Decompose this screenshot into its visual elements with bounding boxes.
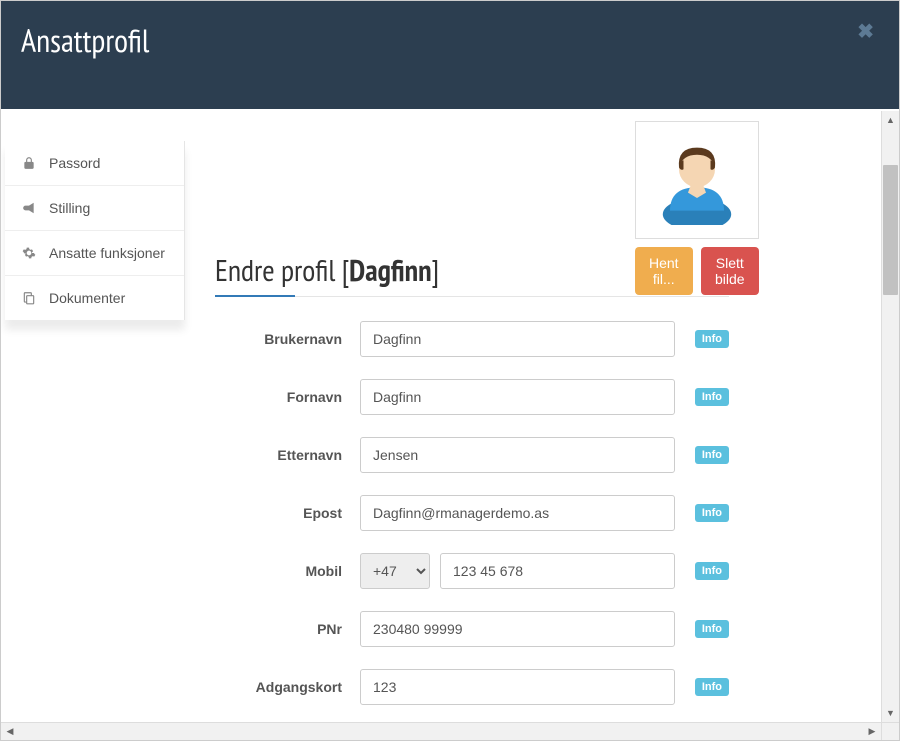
delete-image-button[interactable]: Slett bilde xyxy=(701,247,759,295)
row-email: Epost Info xyxy=(215,495,729,531)
main-content: Hent fil... Slett bilde Endre profil [Da… xyxy=(185,109,899,720)
page-title: Ansattprofil xyxy=(21,19,879,61)
mobile-code-select[interactable]: +47 xyxy=(360,553,430,589)
copy-icon xyxy=(17,291,41,305)
scroll-up-icon[interactable]: ▲ xyxy=(882,111,899,129)
label-pnr: PNr xyxy=(215,621,360,637)
profile-form: Brukernavn Info Fornavn Info Etterna xyxy=(215,321,729,705)
info-button[interactable]: Info xyxy=(695,620,729,638)
label-username: Brukernavn xyxy=(215,331,360,347)
vertical-scrollbar[interactable]: ▲ ▼ xyxy=(881,111,899,722)
pnr-field[interactable] xyxy=(360,611,675,647)
row-mobile: Mobil +47 Info xyxy=(215,553,729,589)
scroll-left-icon[interactable]: ◀ xyxy=(1,723,19,741)
lastname-field[interactable] xyxy=(360,437,675,473)
row-pnr: PNr Info xyxy=(215,611,729,647)
sidebar-item-dokumenter[interactable]: Dokumenter xyxy=(5,276,184,320)
divider xyxy=(215,296,729,297)
avatar-buttons: Hent fil... Slett bilde xyxy=(635,247,759,295)
sidebar-item-stilling[interactable]: Stilling xyxy=(5,186,184,231)
firstname-field[interactable] xyxy=(360,379,675,415)
gear-icon xyxy=(17,246,41,260)
title-prefix: Endre profil xyxy=(215,251,342,290)
modal-header: Ansattprofil ✖ xyxy=(1,1,899,109)
sidebar-item-label: Dokumenter xyxy=(49,290,125,306)
label-lastname: Etternavn xyxy=(215,447,360,463)
lock-icon xyxy=(17,156,41,170)
avatar xyxy=(635,121,759,239)
close-icon[interactable]: ✖ xyxy=(857,19,874,44)
get-file-button[interactable]: Hent fil... xyxy=(635,247,693,295)
info-button[interactable]: Info xyxy=(695,388,729,406)
sidebar-item-label: Passord xyxy=(49,155,100,171)
scroll-corner xyxy=(881,722,899,740)
sidebar-item-label: Stilling xyxy=(49,200,90,216)
section-title: Endre profil [Dagfinn] xyxy=(215,251,869,290)
profile-name: Dagfinn xyxy=(349,251,431,290)
row-lastname: Etternavn Info xyxy=(215,437,729,473)
info-button[interactable]: Info xyxy=(695,504,729,522)
sidebar-item-funksjoner[interactable]: Ansatte funksjoner xyxy=(5,231,184,276)
info-button[interactable]: Info xyxy=(695,678,729,696)
sidebar-item-passord[interactable]: Passord xyxy=(5,141,184,186)
sidebar-item-label: Ansatte funksjoner xyxy=(49,245,165,261)
bullhorn-icon xyxy=(17,201,41,215)
label-accesscard: Adgangskort xyxy=(215,679,360,695)
scroll-right-icon[interactable]: ▶ xyxy=(863,723,881,741)
row-accesscard: Adgangskort Info xyxy=(215,669,729,705)
sidebar: Passord Stilling Ansatte funksjoner Doku… xyxy=(5,141,185,320)
row-username: Brukernavn Info xyxy=(215,321,729,357)
scroll-down-icon[interactable]: ▼ xyxy=(882,704,899,722)
modal-window: Ansattprofil ✖ Passord Stilling xyxy=(0,0,900,741)
row-firstname: Fornavn Info xyxy=(215,379,729,415)
horizontal-scrollbar[interactable]: ◀ ▶ xyxy=(1,722,881,740)
username-field[interactable] xyxy=(360,321,675,357)
accesscard-field[interactable] xyxy=(360,669,675,705)
label-email: Epost xyxy=(215,505,360,521)
info-button[interactable]: Info xyxy=(695,446,729,464)
label-firstname: Fornavn xyxy=(215,389,360,405)
modal-body: Passord Stilling Ansatte funksjoner Doku… xyxy=(1,109,899,720)
email-field[interactable] xyxy=(360,495,675,531)
label-mobile: Mobil xyxy=(215,563,360,579)
mobile-field[interactable] xyxy=(440,553,675,589)
avatar-block: Hent fil... Slett bilde xyxy=(635,121,759,295)
scroll-thumb[interactable] xyxy=(883,165,898,295)
info-button[interactable]: Info xyxy=(695,562,729,580)
info-button[interactable]: Info xyxy=(695,330,729,348)
